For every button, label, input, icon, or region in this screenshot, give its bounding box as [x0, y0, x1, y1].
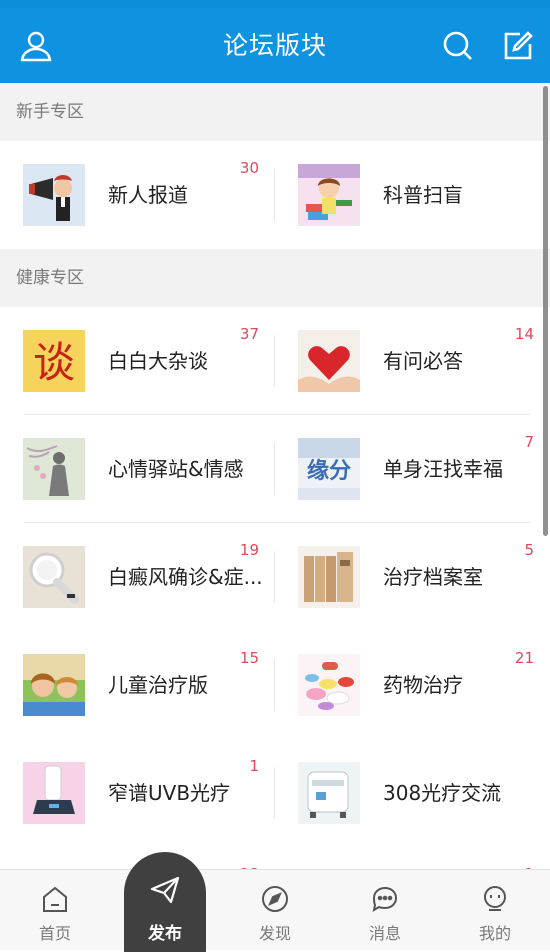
tab-mine[interactable]: 我的	[440, 870, 550, 950]
status-icons	[510, 0, 536, 15]
board-row: 窄谱UVB光疗 1 308光疗交流	[0, 739, 550, 847]
post-count-badge: 30	[239, 159, 259, 177]
board-title: 有问必答	[383, 349, 463, 373]
post-count-badge: 37	[239, 325, 259, 343]
board-item-medication[interactable]: 药物治疗 21	[275, 631, 550, 739]
compose-icon[interactable]	[498, 26, 538, 66]
board-title: 治疗档案室	[383, 565, 483, 589]
board-title: 窄谱UVB光疗	[108, 781, 231, 805]
tab-discover[interactable]: 发现	[220, 870, 330, 950]
board-item-children[interactable]: 儿童治疗版 15	[0, 631, 275, 739]
tab-label: 发布	[148, 924, 182, 944]
heart-hands-thumb	[298, 330, 360, 392]
post-count-badge: 19	[239, 541, 259, 559]
tab-publish[interactable]: 发布	[124, 852, 206, 952]
tab-label: 发现	[258, 924, 291, 943]
board-row: 儿童治疗版 15 药物治疗 21	[0, 631, 550, 739]
fate-text-thumb: 缘分	[298, 438, 360, 500]
forum-board-list[interactable]: 新手专区 新人报道 30 科普扫盲 健康专区 谈 白白大杂谈 37 有问必答 1…	[0, 83, 550, 870]
post-count-badge: 7	[524, 433, 534, 451]
board-row: 心情驿站&情感 缘分 单身汪找幸福 7	[0, 415, 550, 523]
board-row: 18 1	[0, 847, 550, 870]
tab-label: 消息	[368, 924, 401, 943]
board-item-partial[interactable]: 1	[275, 847, 550, 870]
board-item-diagnosis[interactable]: 白癜风确诊&症... 19	[0, 523, 275, 631]
board-title: 药物治疗	[383, 673, 463, 697]
tab-label: 我的	[478, 924, 511, 943]
section-header-health: 健康专区	[0, 249, 550, 307]
children-thumb	[23, 654, 85, 716]
board-title: 心情驿站&情感	[108, 457, 244, 481]
board-row: 新人报道 30 科普扫盲	[0, 141, 550, 249]
board-item-general-chat[interactable]: 谈 白白大杂谈 37	[0, 307, 275, 415]
post-count-badge: 1	[249, 757, 259, 775]
board-item-singles[interactable]: 缘分 单身汪找幸福 7	[275, 415, 550, 523]
section-header-newbie: 新手专区	[0, 83, 550, 141]
board-title: 白癜风确诊&症...	[108, 565, 263, 589]
board-item-newcomers[interactable]: 新人报道 30	[0, 141, 275, 249]
bottom-tab-bar: 首页 发现 消息 我的	[0, 869, 550, 950]
post-count-badge: 15	[239, 649, 259, 667]
board-title: 白白大杂谈	[108, 349, 208, 373]
tab-messages[interactable]: 消息	[330, 870, 440, 950]
send-icon	[149, 874, 181, 906]
board-title: 新人报道	[108, 183, 188, 207]
board-title: 儿童治疗版	[108, 673, 208, 697]
board-item-308-laser[interactable]: 308光疗交流	[275, 739, 550, 847]
profile-face-icon	[480, 884, 510, 914]
board-item-qa[interactable]: 有问必答 14	[275, 307, 550, 415]
status-bar	[0, 0, 550, 15]
board-title: 308光疗交流	[383, 781, 502, 805]
app-header: 论坛版块	[0, 8, 550, 83]
sketch-woman-thumb	[23, 438, 85, 500]
board-item-science[interactable]: 科普扫盲	[275, 141, 550, 249]
compass-icon	[260, 884, 290, 914]
pills-thumb	[298, 654, 360, 716]
reading-girl-thumb	[298, 164, 360, 226]
board-item-mood[interactable]: 心情驿站&情感	[0, 415, 275, 523]
board-title: 单身汪找幸福	[383, 457, 503, 481]
post-count-badge: 5	[524, 541, 534, 559]
uvb-lamp-thumb	[23, 762, 85, 824]
home-icon	[40, 884, 70, 914]
megaphone-thumb	[23, 164, 85, 226]
thumb-text: 谈	[33, 338, 75, 387]
post-count-badge: 21	[514, 649, 534, 667]
laser-device-thumb	[298, 762, 360, 824]
talk-character-thumb: 谈	[23, 330, 85, 392]
tab-label: 首页	[38, 924, 71, 943]
chat-bubble-icon	[370, 884, 400, 914]
board-item-records[interactable]: 治疗档案室 5	[275, 523, 550, 631]
search-icon[interactable]	[438, 26, 478, 66]
thumb-text: 缘分	[307, 459, 351, 484]
board-title: 科普扫盲	[383, 183, 463, 207]
magnifier-lamp-thumb	[23, 546, 85, 608]
board-row: 谈 白白大杂谈 37 有问必答 14	[0, 307, 550, 415]
board-row: 白癜风确诊&症... 19 治疗档案室 5	[0, 523, 550, 631]
post-count-badge: 14	[514, 325, 534, 343]
scrollbar[interactable]	[543, 86, 548, 536]
tab-home[interactable]: 首页	[0, 870, 110, 950]
file-folders-thumb	[298, 546, 360, 608]
board-item-uvb[interactable]: 窄谱UVB光疗 1	[0, 739, 275, 847]
